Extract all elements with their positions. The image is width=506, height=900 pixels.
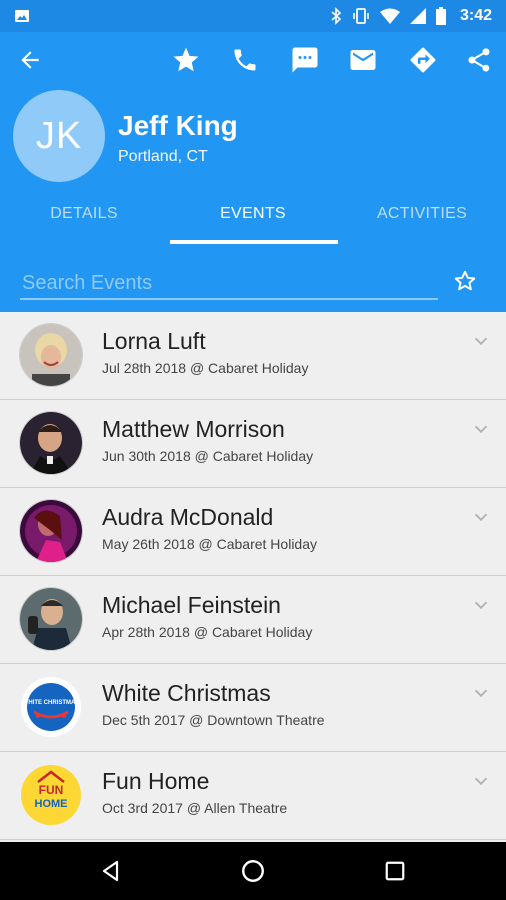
- list-item[interactable]: WHITE CHRISTMAS White Christmas Dec 5th …: [0, 664, 506, 752]
- triangle-back-icon: [102, 860, 119, 882]
- event-thumbnail: [20, 412, 82, 474]
- white-christmas-logo: WHITE CHRISTMAS: [21, 677, 81, 737]
- email-button[interactable]: [345, 42, 381, 78]
- sms-icon: [292, 47, 318, 73]
- bluetooth-icon: [331, 7, 342, 25]
- square-recents-icon: [385, 861, 405, 881]
- directions-button[interactable]: [405, 42, 441, 78]
- share-icon: [468, 48, 490, 72]
- contact-avatar: JK: [13, 90, 105, 182]
- chevron-down-icon[interactable]: [470, 770, 492, 792]
- nav-back-button[interactable]: [94, 854, 128, 888]
- list-item[interactable]: FUN HOME Fun Home Oct 3rd 2017 @ Allen T…: [0, 752, 506, 840]
- battery-icon: [435, 7, 446, 25]
- event-date-venue: Dec 5th 2017 @ Downtown Theatre: [102, 712, 325, 728]
- contact-name: Jeff King: [118, 110, 238, 141]
- directions-icon: [410, 47, 436, 73]
- arrow-back-icon: [21, 51, 39, 69]
- phone-icon: [234, 49, 256, 71]
- event-name: Lorna Luft: [102, 328, 206, 354]
- event-name: White Christmas: [102, 680, 271, 706]
- favorite-button[interactable]: [168, 42, 204, 78]
- event-list: Lorna Luft Jul 28th 2018 @ Cabaret Holid…: [0, 312, 506, 842]
- chevron-down-icon[interactable]: [470, 418, 492, 440]
- navigation-bar: [0, 842, 506, 900]
- event-name: Matthew Morrison: [102, 416, 285, 442]
- event-thumbnail: WHITE CHRISTMAS: [20, 676, 82, 738]
- list-item[interactable]: Lorna Luft Jul 28th 2018 @ Cabaret Holid…: [0, 312, 506, 400]
- star-icon: [173, 47, 199, 72]
- tab-details[interactable]: DETAILS: [0, 192, 168, 248]
- event-name: Michael Feinstein: [102, 592, 281, 618]
- event-thumbnail: [20, 500, 82, 562]
- list-item[interactable]: Audra McDonald May 26th 2018 @ Cabaret H…: [0, 488, 506, 576]
- back-button[interactable]: [12, 42, 48, 78]
- event-date-venue: May 26th 2018 @ Cabaret Holiday: [102, 536, 317, 552]
- star-outline-icon: [454, 270, 476, 291]
- event-name: Fun Home: [102, 768, 210, 794]
- event-thumbnail: FUN HOME: [20, 764, 82, 826]
- event-date-venue: Jul 28th 2018 @ Cabaret Holiday: [102, 360, 309, 376]
- signal-icon: [409, 8, 426, 24]
- event-date-venue: Oct 3rd 2017 @ Allen Theatre: [102, 800, 288, 816]
- logo-text-fun: FUN: [39, 783, 64, 797]
- event-thumbnail: [20, 588, 82, 650]
- toolbar: [0, 32, 506, 88]
- search-events-input[interactable]: [20, 268, 438, 300]
- image-notification-icon: [15, 10, 29, 22]
- event-name: Audra McDonald: [102, 504, 274, 530]
- favorites-filter-button[interactable]: [450, 266, 480, 296]
- event-thumbnail: [20, 324, 82, 386]
- status-time: 3:42: [459, 7, 492, 24]
- tab-activities[interactable]: ACTIVITIES: [338, 192, 506, 248]
- vibrate-icon: [353, 8, 369, 24]
- event-date-venue: Jun 30th 2018 @ Cabaret Holiday: [102, 448, 314, 464]
- wifi-icon: [379, 8, 400, 24]
- nav-recents-button[interactable]: [378, 854, 412, 888]
- logo-text-white: WHITE CHRISTMAS: [23, 700, 80, 706]
- message-button[interactable]: [287, 42, 323, 78]
- chevron-down-icon[interactable]: [470, 594, 492, 616]
- contact-location: Portland, CT: [118, 148, 208, 165]
- call-button[interactable]: [227, 42, 263, 78]
- status-bar: 3:42: [0, 0, 506, 32]
- logo-text-home: HOME: [35, 798, 68, 810]
- event-date-venue: Apr 28th 2018 @ Cabaret Holiday: [102, 624, 313, 640]
- list-item[interactable]: Matthew Morrison Jun 30th 2018 @ Cabaret…: [0, 400, 506, 488]
- fun-home-logo: FUN HOME: [21, 765, 81, 825]
- nav-home-button[interactable]: [236, 854, 270, 888]
- chevron-down-icon[interactable]: [470, 506, 492, 528]
- circle-home-icon: [242, 860, 264, 882]
- avatar-initials: JK: [35, 114, 83, 157]
- contact-header: JK Jeff King Portland, CT DETAILS EVENTS…: [0, 32, 506, 312]
- list-item[interactable]: Michael Feinstein Apr 28th 2018 @ Cabare…: [0, 576, 506, 664]
- mail-icon: [350, 50, 376, 70]
- share-button[interactable]: [461, 42, 497, 78]
- tab-indicator: [170, 240, 338, 244]
- chevron-down-icon[interactable]: [470, 330, 492, 352]
- chevron-down-icon[interactable]: [470, 682, 492, 704]
